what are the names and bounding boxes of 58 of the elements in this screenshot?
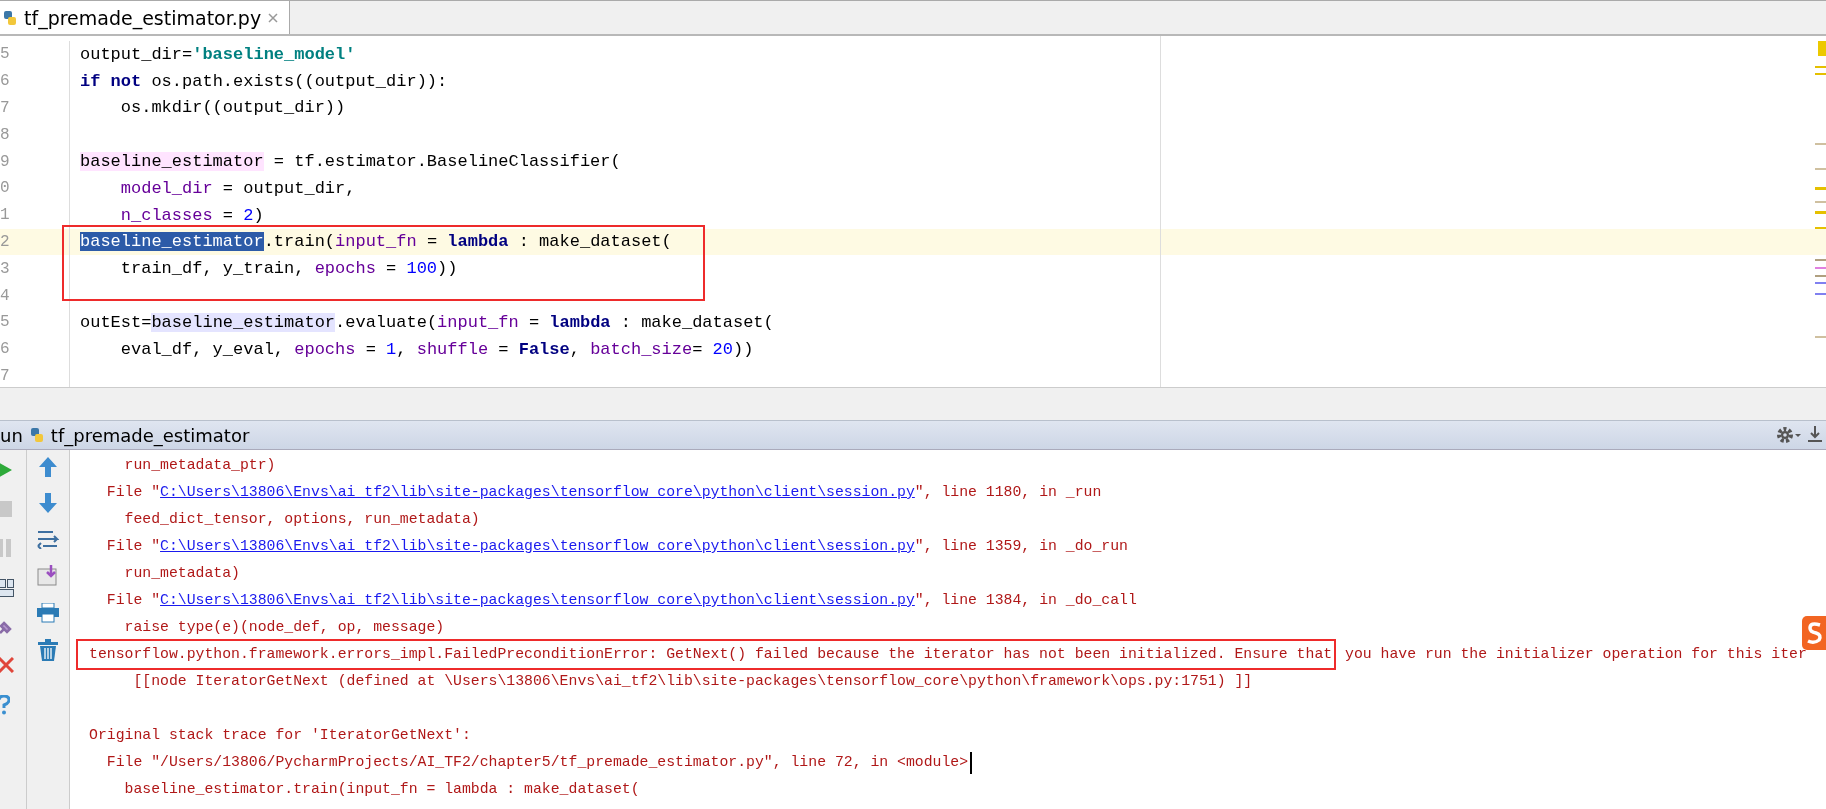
line-number: 0 <box>0 175 70 202</box>
close-icon[interactable] <box>0 657 14 673</box>
console-line: File "C:\Users\13806\Envs\ai_tf2\lib\site-packages\tensorflow_core\python\client\session.py", line 1359, in _do_run <box>105 537 1128 556</box>
down-arrow-icon[interactable] <box>39 493 57 513</box>
line-number: 9 <box>0 148 70 175</box>
console-line: feed_dict_tensor, options, run_metadata) <box>123 510 480 529</box>
console-line: File "C:\Users\13806\Envs\ai_tf2\lib\site-packages\tensorflow_core\python\client\session.py", line 1180, in _run <box>105 483 1102 502</box>
line-number: 7 <box>0 362 70 387</box>
code-line: model_dir = output_dir, <box>119 178 356 198</box>
trash-icon[interactable] <box>38 639 58 661</box>
code-line: n_classes = 2) <box>119 205 264 225</box>
file-tab[interactable]: tf_premade_estimator.py <box>0 1 291 34</box>
printer-icon[interactable] <box>37 603 59 623</box>
code-line: eval_df, y_eval, epochs = 1, shuffle = False, batch_size= 20)) <box>119 339 754 359</box>
run-configuration-name: tf_premade_estimator <box>50 424 250 446</box>
close-icon[interactable] <box>267 11 280 24</box>
python-file-icon <box>2 9 18 26</box>
file-link[interactable]: C:\Users\13806\Envs\ai_tf2\lib\site-packages\tensorflow_core\python\client\session.py <box>160 592 915 608</box>
scroll-to-end-icon[interactable] <box>37 565 59 587</box>
line-number: 5 <box>0 41 70 68</box>
code-line: outEst=baseline_estimator.evaluate(input_fn = lambda : make_dataset( <box>80 312 774 332</box>
console-line: File "C:\Users\13806\Envs\ai_tf2\lib\site-packages\tensorflow_core\python\client\session.py", line 1384, in _do_call <box>105 591 1137 610</box>
console-line: Original stack trace for 'IteratorGetNext': <box>89 726 471 745</box>
play-icon[interactable] <box>0 461 12 479</box>
line-number: 6 <box>0 67 70 95</box>
help-icon[interactable] <box>0 695 10 715</box>
console-line: run_metadata) <box>123 564 240 583</box>
layout-icon[interactable] <box>0 579 14 597</box>
code-line: baseline_estimator.train(input_fn = lambda : make_dataset( <box>80 232 672 252</box>
line-number: 3 <box>0 255 70 283</box>
gear-icon[interactable] <box>1776 426 1802 444</box>
console-line: run_metadata_ptr) <box>123 456 276 475</box>
line-number: 4 <box>0 282 70 309</box>
code-line: os.mkdir((output_dir)) <box>119 98 346 118</box>
up-arrow-icon[interactable] <box>39 457 57 477</box>
line-number: 6 <box>0 335 70 363</box>
console-text: tensorflow.python.framework.errors_impl.FailedPreconditionError: GetNext() failed because the iterator has not been initialized. Ensure that <box>89 646 1333 662</box>
line-number: 8 <box>0 121 70 149</box>
console-line: [[node IteratorGetNext (defined at \Users\13806\Envs\ai_tf2\lib\site-packages\tensorflow_core\python\framework\ops.py:1751) ]] <box>132 672 1253 691</box>
console-line: File "/Users/13806/PycharmProjects/AI_TF2/chapter5/tf_premade_estimator.py", line 72, in <module> <box>105 753 969 772</box>
file-link[interactable]: C:\Users\13806\Envs\ai_tf2\lib\site-packages\tensorflow_core\python\client\session.py <box>160 484 915 500</box>
file-link[interactable]: C:\Users\13806\Envs\ai_tf2\lib\site-packages\tensorflow_core\python\client\session.py <box>160 538 915 554</box>
code-line: baseline_estimator = tf.estimator.BaselineClassifier( <box>80 152 621 172</box>
line-number: 1 <box>0 201 70 229</box>
console-line: baseline_estimator.train(input_fn = lambda : make_dataset( <box>123 780 640 799</box>
line-number: 5 <box>0 308 70 336</box>
code-line: train_df, y_train, epochs = 100)) <box>119 259 458 279</box>
code-line: output_dir='baseline_model' <box>80 44 356 64</box>
line-number: 7 <box>0 94 70 122</box>
console-text: you have run the initializer operation for this iter <box>1344 645 1807 664</box>
download-icon[interactable] <box>1808 426 1822 444</box>
pin-icon[interactable] <box>0 619 14 635</box>
code-line: if not os.path.exists((output_dir)): <box>80 71 448 91</box>
python-file-icon <box>28 427 45 443</box>
line-number: 2 <box>0 228 70 256</box>
console-line: raise type(e)(node_def, op, message) <box>123 618 445 637</box>
tool-window-title[interactable]: un <box>0 424 23 446</box>
soft-wrap-icon[interactable] <box>37 529 59 549</box>
